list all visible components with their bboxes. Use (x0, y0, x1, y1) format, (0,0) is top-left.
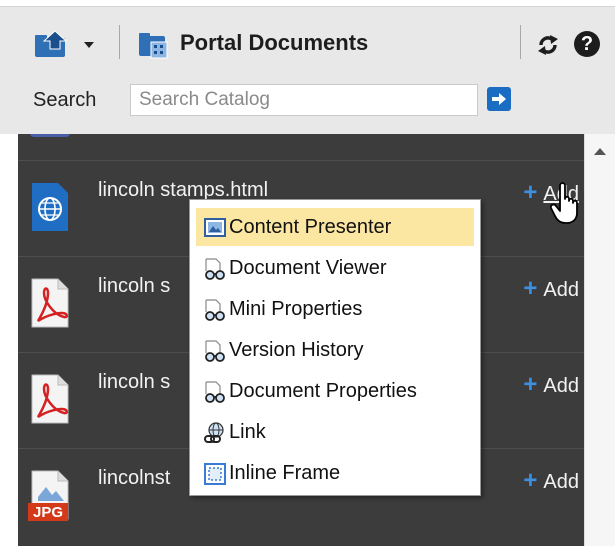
viewer-glasses-icon (205, 258, 225, 280)
chevron-down-icon[interactable] (78, 33, 100, 55)
add-label[interactable]: Add (543, 375, 579, 397)
menu-item-label: Link (229, 421, 266, 443)
document-name[interactable]: lincoln s (98, 371, 170, 394)
menu-item-content-presenter[interactable]: Content Presenter (196, 208, 474, 246)
jpg-icon: JPG (28, 470, 69, 521)
document-name[interactable]: lincoln s (98, 275, 170, 298)
pdf-icon (31, 278, 69, 328)
link-icon (204, 422, 224, 443)
document-name[interactable]: lincolnst (98, 467, 170, 490)
menu-item-label: Content Presenter (229, 216, 392, 238)
menu-item-version-history[interactable]: Version History (196, 331, 474, 369)
menu-item-label: Document Viewer (229, 257, 387, 279)
search-input[interactable] (130, 84, 478, 116)
list-item (18, 134, 584, 161)
inline-frame-icon (204, 463, 226, 485)
plus-icon: + (523, 179, 538, 206)
menu-item-label: Document Properties (229, 380, 417, 402)
add-label[interactable]: Add (543, 279, 579, 301)
add-button[interactable]: +Add (523, 275, 579, 303)
jpg-badge: JPG (33, 504, 63, 521)
menu-item-link[interactable]: Link (196, 413, 474, 451)
portal-documents-icon[interactable] (137, 30, 171, 60)
toolbar-separator (520, 25, 521, 59)
plus-icon: + (523, 275, 538, 302)
scroll-up-icon[interactable] (594, 148, 606, 155)
refresh-icon[interactable] (536, 33, 560, 57)
help-icon[interactable]: ? (574, 31, 600, 57)
menu-item-label: Mini Properties (229, 298, 363, 320)
add-button[interactable]: +Add (523, 371, 579, 399)
globe-html-icon (32, 183, 68, 231)
viewer-glasses-icon (205, 381, 225, 403)
viewer-glasses-icon (205, 299, 225, 321)
content-presenter-icon (204, 218, 226, 237)
vertical-scrollbar[interactable] (584, 134, 615, 546)
viewer-glasses-icon (205, 340, 225, 362)
menu-item-label: Inline Frame (229, 462, 341, 484)
add-menu: Content Presenter Document Viewer Mini P… (189, 199, 481, 496)
plus-icon: + (523, 467, 538, 494)
search-label: Search (33, 89, 97, 111)
hand-cursor-icon (549, 182, 578, 224)
add-label[interactable]: Add (543, 471, 579, 493)
menu-item-inline-frame[interactable]: Inline Frame (196, 454, 474, 492)
document-icon (30, 134, 70, 137)
search-bar: Search (0, 69, 615, 134)
add-button[interactable]: +Add (523, 467, 579, 495)
menu-item-label: Version History (229, 339, 364, 361)
pdf-icon (31, 374, 69, 424)
menu-item-mini-properties[interactable]: Mini Properties (196, 290, 474, 328)
menu-item-document-viewer[interactable]: Document Viewer (196, 249, 474, 287)
menu-item-document-properties[interactable]: Document Properties (196, 372, 474, 410)
plus-icon: + (523, 371, 538, 398)
toolbar-separator (119, 25, 120, 59)
arrow-right-icon[interactable] (487, 87, 511, 111)
folder-up-icon[interactable] (33, 29, 73, 59)
catalog-toolbar: Portal Documents ? (0, 7, 615, 69)
portal-documents-label[interactable]: Portal Documents (180, 30, 368, 56)
